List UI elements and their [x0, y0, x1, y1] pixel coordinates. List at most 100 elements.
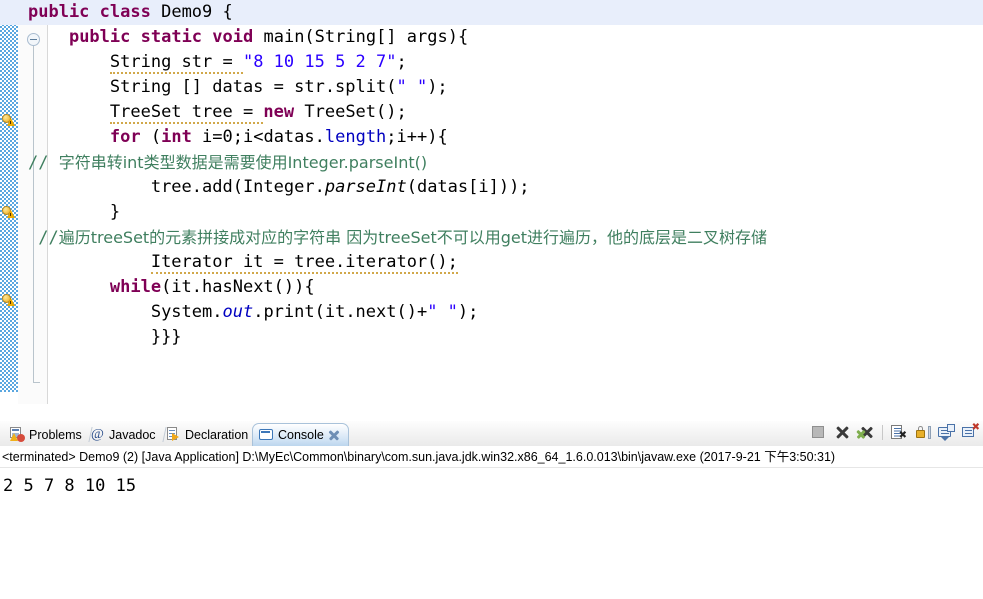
code-token: TreeSet();	[294, 102, 407, 122]
display-selected-console-button[interactable]: ✖	[962, 423, 980, 441]
terminate-button[interactable]	[810, 424, 827, 441]
code-token: System.	[150, 302, 223, 322]
code-token: "8 10 15 5 2 7"	[242, 52, 397, 72]
annotation-overview-strip[interactable]	[0, 0, 18, 404]
code-token: void	[212, 27, 254, 47]
pin-console-button[interactable]	[938, 424, 955, 441]
code-token: );	[457, 302, 479, 322]
code-token: .print(it.next()+	[253, 302, 428, 322]
console-launch-label: <terminated> Demo9 (2) [Java Application…	[0, 446, 983, 468]
console-output: 2 5 7 8 10 15	[3, 476, 147, 496]
code-token: public	[28, 2, 90, 22]
code-area[interactable]: public class Demo9 { public static void …	[0, 0, 983, 404]
code-token: class	[99, 2, 151, 22]
code-token: TreeSet tree =	[109, 102, 264, 124]
code-line[interactable]: //遍历treeSet的元素拼接成对应的字符串 因为treeSet不可以用get…	[28, 225, 983, 250]
remove-all-terminated-button[interactable]	[856, 424, 875, 441]
code-token: }	[109, 202, 121, 222]
code-token: static	[140, 27, 203, 47]
warning-marker-3-icon[interactable]	[2, 293, 16, 307]
clear-console-button[interactable]: ✖	[890, 424, 907, 441]
code-token: Demo9 {	[150, 2, 233, 22]
tab-console[interactable]: Console	[252, 423, 349, 446]
close-icon[interactable]	[328, 430, 339, 441]
code-line[interactable]: for (int i=0;i<datas.length;i++){	[28, 125, 983, 150]
code-line[interactable]: while(it.hasNext()){	[28, 275, 983, 300]
tab-console-label: Console	[278, 428, 324, 442]
code-line[interactable]: }	[28, 200, 983, 225]
code-token: }}}	[150, 327, 182, 347]
scroll-lock-button[interactable]	[914, 424, 931, 441]
code-line[interactable]: System.out.print(it.next()+" ");	[28, 300, 983, 325]
code-token: tree.add(Integer.	[150, 177, 325, 197]
code-token: new	[263, 102, 295, 122]
code-token: (datas[i]));	[406, 177, 530, 197]
code-token: while	[109, 277, 162, 297]
code-line[interactable]: }}}	[28, 325, 983, 350]
code-line[interactable]: String [] datas = str.split(" ");	[28, 75, 983, 100]
warning-marker-1-icon[interactable]	[2, 113, 16, 127]
view-tabbar: Problems @ Javadoc Declaration Console ✖…	[0, 421, 983, 447]
code-token: " "	[427, 302, 458, 322]
tab-problems[interactable]: Problems	[4, 423, 91, 446]
tab-javadoc-label: Javadoc	[109, 427, 156, 442]
code-token: " "	[396, 77, 428, 97]
code-token: String [] datas = str.split(	[109, 77, 397, 97]
warning-marker-2-icon[interactable]	[2, 205, 16, 219]
tab-declaration[interactable]: Declaration	[160, 423, 257, 446]
tab-declaration-label: Declaration	[185, 427, 249, 442]
code-token: 遍历treeSet的元素拼接成对应的字符串 因为treeSet不可以用get进行…	[58, 228, 768, 247]
code-token: Iterator it = tree.iterator();	[150, 252, 458, 274]
code-token: parseInt	[324, 177, 407, 197]
code-token: i=0;i<datas.	[191, 127, 325, 147]
code-token: (	[140, 127, 162, 147]
console-icon	[259, 428, 274, 443]
console-view[interactable]: <terminated> Demo9 (2) [Java Application…	[0, 446, 983, 599]
code-line[interactable]: String str = "8 10 15 5 2 7";	[28, 50, 983, 75]
code-token: int	[161, 127, 192, 147]
code-token: length	[324, 127, 387, 147]
code-line[interactable]: public static void main(String[] args){	[28, 25, 983, 50]
code-token: ;i++){	[386, 127, 448, 147]
code-line[interactable]: TreeSet tree = new TreeSet();	[28, 100, 983, 125]
code-token: String str =	[109, 52, 243, 74]
code-line[interactable]: tree.add(Integer.parseInt(datas[i]));	[28, 175, 983, 200]
bottom-view-stack: Problems @ Javadoc Declaration Console ✖…	[0, 421, 983, 599]
code-line[interactable]: Iterator it = tree.iterator();	[28, 250, 983, 275]
code-token: 字符串转int类型数据是需要使用Integer.parseInt()	[58, 153, 428, 172]
code-token: );	[427, 77, 448, 97]
javadoc-at-icon: @	[91, 427, 104, 442]
code-line[interactable]: // 字符串转int类型数据是需要使用Integer.parseInt()	[28, 150, 983, 175]
code-token: //	[28, 153, 59, 173]
java-editor[interactable]: public class Demo9 { public static void …	[0, 0, 983, 404]
problems-icon	[10, 427, 25, 442]
annotation-strip-bottom-cap	[0, 392, 18, 404]
eclipse-window: public class Demo9 { public static void …	[0, 0, 983, 599]
toolbar-separator	[882, 425, 883, 440]
tab-problems-label: Problems	[29, 427, 82, 442]
code-token: (it.hasNext()){	[161, 277, 315, 297]
code-line[interactable]: public class Demo9 {	[0, 0, 983, 25]
declaration-icon	[166, 427, 181, 442]
tab-javadoc[interactable]: @ Javadoc	[84, 423, 165, 446]
code-token: main(String[] args){	[253, 27, 469, 47]
code-token: for	[109, 127, 141, 147]
code-token: out	[222, 302, 254, 322]
console-toolbar: ✖ ✖	[810, 423, 980, 441]
code-token: ;	[396, 52, 407, 72]
code-token: public	[68, 27, 131, 47]
remove-launch-button[interactable]	[834, 424, 851, 441]
